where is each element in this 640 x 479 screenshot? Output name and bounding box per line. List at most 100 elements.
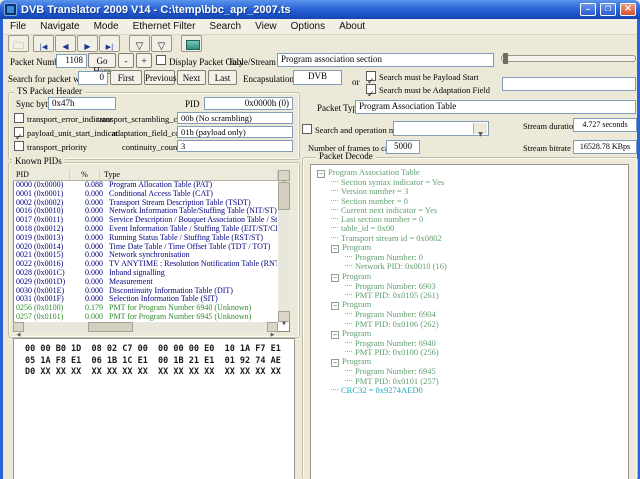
transport-priority-checkbox[interactable] bbox=[14, 141, 24, 151]
stream-bitrate-label: Stream bitrate bbox=[523, 143, 571, 153]
search-operation-mode-checkbox[interactable] bbox=[302, 124, 312, 134]
column-header-pid[interactable]: PID bbox=[13, 170, 70, 180]
packet-position-slider[interactable] bbox=[501, 55, 636, 62]
encapsulation-select[interactable]: DVB bbox=[293, 70, 342, 85]
transport-scrambling-control-value: 00b (No scrambling) bbox=[177, 112, 293, 124]
table-stream-id-select[interactable]: Program association section bbox=[277, 53, 494, 67]
search-mode-select[interactable] bbox=[393, 121, 489, 136]
tree-connector bbox=[331, 227, 338, 229]
go-next-icon[interactable] bbox=[77, 35, 98, 52]
tree-connector bbox=[331, 199, 338, 201]
packet-type-value: Program Association Table bbox=[355, 100, 636, 114]
payload-unit-start-checkbox[interactable] bbox=[14, 127, 24, 137]
pid-row-cell: 0.000 bbox=[85, 311, 103, 321]
menu-item-search[interactable]: Search bbox=[202, 20, 248, 33]
tree-connector bbox=[331, 181, 338, 182]
pid-row-cell: Conditional Access Table (CAT) bbox=[109, 189, 213, 198]
filter-alt-icon[interactable] bbox=[151, 35, 172, 52]
tree-connector bbox=[345, 379, 352, 381]
scroll-left-icon[interactable] bbox=[13, 322, 24, 332]
tree-connector bbox=[345, 341, 352, 343]
payload-start-label: Search must be Payload Start bbox=[379, 72, 479, 82]
collapse-icon[interactable]: − bbox=[331, 302, 339, 311]
payload-unit-start-label: payload_unit_start_indicat bbox=[27, 128, 118, 138]
go-first-icon[interactable] bbox=[33, 35, 54, 52]
menu-item-about[interactable]: About bbox=[332, 20, 372, 33]
go-previous-icon[interactable] bbox=[55, 35, 76, 52]
search-pid-input[interactable]: 0 bbox=[78, 71, 108, 85]
tree-connector bbox=[345, 313, 352, 315]
pid-row-cell: Network Information Table/Stuffing Table… bbox=[109, 207, 277, 216]
close-button[interactable] bbox=[620, 3, 636, 16]
ethernet-capture-icon[interactable] bbox=[181, 35, 202, 52]
next-button[interactable]: Next bbox=[177, 70, 206, 85]
go-here-button[interactable]: Go Here bbox=[88, 53, 116, 76]
known-pids-vertical-scrollbar[interactable] bbox=[278, 170, 290, 322]
encapsulation-label: Encapsulation bbox=[243, 74, 294, 84]
hex-panel[interactable]: 00 00 B0 1D 08 02 C7 00 00 00 00 E0 10 1… bbox=[13, 338, 295, 479]
title-bar[interactable]: DVB Translator 2009 V14 - C:\temp\bbc_ap… bbox=[0, 0, 640, 19]
packet-position-slider-thumb[interactable] bbox=[503, 53, 508, 64]
tree-connector bbox=[345, 322, 352, 324]
tree-label: Program bbox=[342, 270, 372, 281]
packet-decode-tree[interactable]: − Program Association Table Section syntax… bbox=[310, 164, 629, 479]
minimize-button[interactable] bbox=[580, 3, 596, 16]
packet-increment-button[interactable]: + bbox=[136, 53, 152, 68]
menu-item-mode[interactable]: Mode bbox=[87, 20, 126, 33]
collapse-icon[interactable]: − bbox=[331, 273, 339, 282]
scroll-down-icon[interactable] bbox=[278, 311, 290, 322]
adaptation-field-control-value: 01b (payload only) bbox=[177, 126, 293, 138]
scroll-right-icon[interactable] bbox=[267, 322, 278, 332]
transport-error-indicator-checkbox[interactable] bbox=[14, 113, 24, 123]
column-header-type[interactable]: Type bbox=[100, 170, 278, 180]
scroll-up-icon[interactable] bbox=[278, 170, 290, 181]
collapse-icon[interactable]: − bbox=[331, 330, 339, 339]
tree-label: Program bbox=[342, 242, 372, 253]
packet-decrement-button[interactable]: - bbox=[118, 53, 134, 68]
packet-number-input[interactable]: 1108 bbox=[56, 54, 87, 68]
maximize-button[interactable] bbox=[600, 3, 616, 16]
pid-row-cell: PMT for Program Number 6940 (Unknown) bbox=[109, 304, 252, 313]
sync-byte-label: Sync byte bbox=[16, 99, 52, 109]
last-button[interactable]: Last bbox=[208, 70, 237, 85]
adaptation-field-checkbox[interactable] bbox=[366, 84, 376, 94]
collapse-icon[interactable]: − bbox=[317, 170, 325, 178]
pid-row-cell: Time Date Table / Time Offset Table (TDT… bbox=[109, 242, 271, 251]
collapse-icon[interactable]: − bbox=[331, 359, 339, 368]
previous-button[interactable]: Previous bbox=[144, 70, 177, 85]
known-pids-rows: 0000 (0x0000) 0.088 Program Allocation Tab… bbox=[13, 181, 277, 322]
tree-connector bbox=[345, 370, 352, 372]
vscroll-thumb[interactable] bbox=[278, 182, 290, 210]
known-pids-header: PID% Type bbox=[13, 170, 278, 181]
pid-row[interactable]: 0257 (0x0101) 0.000 PMT for Program Number… bbox=[13, 311, 277, 322]
hex-dump: 00 00 B0 1D 08 02 C7 00 00 00 00 E0 10 1… bbox=[14, 344, 294, 379]
frames-to-capture-input[interactable]: 5000 bbox=[386, 140, 420, 154]
filter-icon[interactable] bbox=[129, 35, 150, 52]
or-label: or bbox=[352, 77, 360, 87]
first-button[interactable]: First bbox=[110, 70, 142, 85]
menu-item-navigate[interactable]: Navigate bbox=[33, 20, 86, 33]
menu-item-view[interactable]: View bbox=[248, 20, 284, 33]
open-file-icon[interactable] bbox=[8, 35, 29, 52]
window-border-left bbox=[0, 19, 3, 479]
known-pids-horizontal-scrollbar[interactable] bbox=[13, 322, 278, 332]
collapse-icon[interactable]: − bbox=[331, 245, 339, 254]
tree-connector bbox=[331, 190, 338, 192]
hscroll-thumb[interactable] bbox=[88, 322, 133, 332]
go-last-icon[interactable] bbox=[99, 35, 120, 52]
tree-label: CRC32 = 0x9274AED0 bbox=[341, 385, 423, 396]
search-bytes-input[interactable] bbox=[502, 77, 636, 91]
pid-row-cell: Program Allocation Table (PAT) bbox=[109, 181, 213, 189]
display-packet-only-checkbox[interactable] bbox=[156, 55, 166, 65]
menu-item-file[interactable]: File bbox=[3, 20, 33, 33]
tree-item[interactable]: CRC32 = 0x9274AED0 bbox=[311, 385, 628, 396]
column-header-percent[interactable]: % bbox=[70, 170, 100, 180]
stream-bitrate-value: 16528.78 KBps bbox=[573, 140, 637, 154]
menu-item-ethernet-filter[interactable]: Ethernet Filter bbox=[126, 20, 203, 33]
payload-start-checkbox[interactable] bbox=[366, 71, 376, 81]
chevron-down-icon[interactable] bbox=[473, 123, 487, 134]
pid-row-cell: Inband signalling bbox=[109, 268, 165, 277]
hex-line: D0 XX XX XX XX XX XX XX XX XX XX XX XX X… bbox=[25, 367, 281, 377]
menu-item-options[interactable]: Options bbox=[284, 20, 332, 33]
sync-byte-value: 0x47h bbox=[48, 97, 116, 110]
